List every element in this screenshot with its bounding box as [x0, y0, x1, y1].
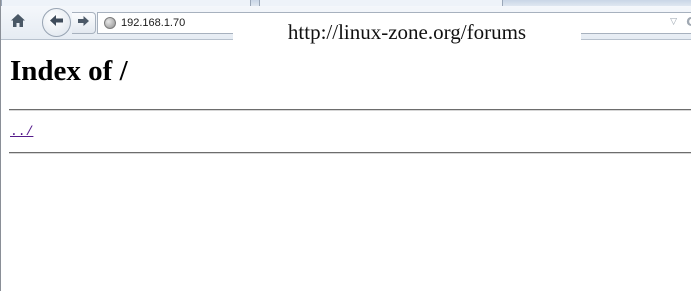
globe-icon [104, 17, 116, 29]
horizontal-rule [9, 109, 691, 111]
reload-icon[interactable]: C [686, 15, 691, 29]
dropdown-triangle-icon[interactable]: ▽ [670, 17, 677, 27]
back-arrow-icon [49, 14, 64, 32]
horizontal-rule [9, 152, 691, 154]
page-content: Index of / ../ [9, 41, 691, 154]
forward-arrow-icon [77, 14, 90, 32]
forward-button[interactable] [72, 12, 96, 34]
home-button[interactable] [7, 13, 29, 33]
parent-directory-link[interactable]: ../ [10, 124, 33, 139]
page-title: Index of / [10, 55, 128, 87]
home-icon [10, 13, 26, 33]
url-text[interactable]: 192.168.1.70 [121, 17, 185, 29]
browser-window: 192.168.1.70 ▽ C http://linux-zone.org/f… [0, 0, 691, 291]
back-button[interactable] [42, 8, 71, 37]
